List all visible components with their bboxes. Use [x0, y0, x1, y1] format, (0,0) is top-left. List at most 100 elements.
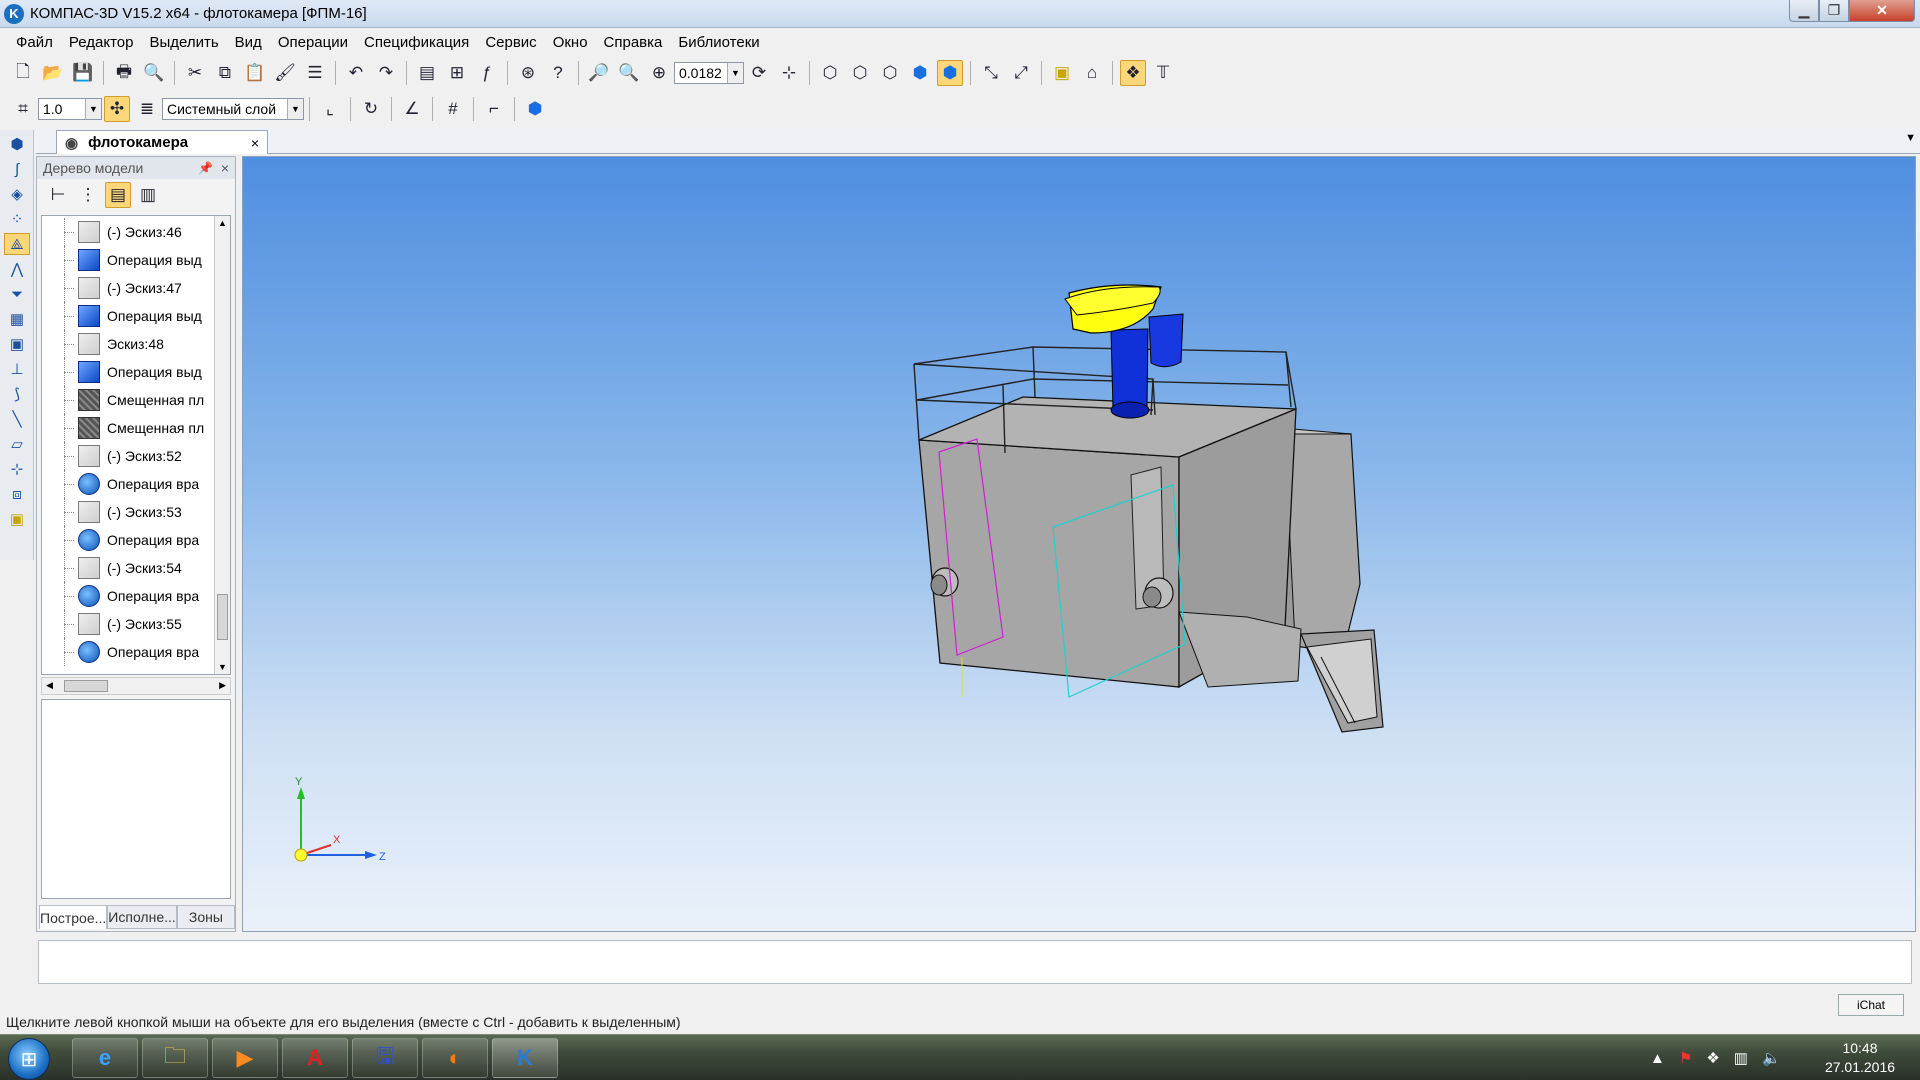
copy-button[interactable]: ⧉ [212, 60, 238, 86]
scroll-thumb[interactable] [217, 594, 228, 640]
menu-view[interactable]: Вид [227, 34, 270, 51]
taskbar-firefox[interactable]: ◐ [422, 1038, 488, 1078]
taskbar-save-app[interactable]: 🖫 [352, 1038, 418, 1078]
command-properties-bar[interactable] [38, 940, 1912, 984]
tree-item[interactable]: Операция вра [42, 526, 214, 554]
clock[interactable]: 10:48 27.01.2016 [1810, 1039, 1910, 1077]
perspective-button[interactable]: ▣ [1049, 60, 1075, 86]
context-help-button[interactable]: ? [545, 60, 571, 86]
tree-item[interactable]: Операция вра [42, 470, 214, 498]
paste-button[interactable]: 📋 [242, 60, 268, 86]
tree-item[interactable]: Операция выд [42, 302, 214, 330]
menu-service[interactable]: Сервис [477, 34, 544, 51]
zoom-scale-combo[interactable]: 0.0182 ▼ [674, 62, 744, 84]
tech-requirements-button[interactable]: 𝕋 [1150, 60, 1176, 86]
spatial-curves-button[interactable]: ∫ [4, 158, 30, 180]
lighting-button[interactable]: ⌂ [1079, 60, 1105, 86]
action-center-flag-icon[interactable]: ⚑ [1679, 1049, 1692, 1067]
save-button[interactable]: 💾 [70, 60, 96, 86]
cut-button[interactable]: ✂ [182, 60, 208, 86]
manager-button[interactable]: ▤ [414, 60, 440, 86]
taskbar-internet-explorer[interactable]: e [72, 1038, 138, 1078]
undo-button[interactable]: ↶ [343, 60, 369, 86]
aux-geometry-button[interactable]: ⟁ [4, 233, 30, 255]
tree-item[interactable]: Операция вра [42, 582, 214, 610]
zoom-in-button[interactable]: ⊕ [646, 60, 672, 86]
preview-button[interactable]: 🔍 [141, 60, 167, 86]
tree-item[interactable]: Эскиз:48 [42, 330, 214, 358]
orientation-button[interactable]: ⊹ [776, 60, 802, 86]
measure-tools-button[interactable]: ⧈ [4, 483, 30, 505]
tree-order-button[interactable]: ⋮ [75, 182, 101, 208]
volume-icon[interactable]: 🔈 [1762, 1049, 1781, 1067]
edit-details-button[interactable]: ⬢ [4, 133, 30, 155]
local-cs-button[interactable]: ⌞ [317, 96, 343, 122]
chevron-down-icon[interactable]: ▼ [85, 99, 101, 119]
tree-horizontal-scrollbar[interactable]: ◀ ▶ [41, 677, 231, 695]
menu-libraries[interactable]: Библиотеки [670, 34, 767, 51]
menu-select[interactable]: Выделить [141, 34, 226, 51]
tab-build[interactable]: Построе... [39, 905, 108, 929]
library-button[interactable]: ❖ [1120, 60, 1146, 86]
tree-button[interactable]: ⊞ [444, 60, 470, 86]
sheet-body-button[interactable]: ⋀ [4, 258, 30, 280]
ortho-button[interactable]: ∠ [399, 96, 425, 122]
snap-step-button[interactable]: ⌗ [10, 96, 36, 122]
model-scene[interactable]: Y X Z [243, 157, 1916, 932]
start-button[interactable]: ⊞ [8, 1038, 50, 1080]
selection-button[interactable]: ▣ [4, 508, 30, 530]
hidden-lines-button[interactable]: ⬡ [847, 60, 873, 86]
zoom-window-button[interactable]: 🔎 [586, 60, 612, 86]
tree-view-button[interactable]: ▤ [105, 182, 131, 208]
tree-item[interactable]: (-) Эскиз:54 [42, 554, 214, 582]
cursor-step-combo[interactable]: 1.0 ▼ [38, 98, 102, 120]
menu-file[interactable]: Файл [8, 34, 61, 51]
tree-relations-button[interactable]: ▥ [135, 182, 161, 208]
new-file-button[interactable]: 🗋 [10, 60, 36, 86]
open-button[interactable]: 📂 [40, 60, 66, 86]
tree-item[interactable]: Операция выд [42, 246, 214, 274]
dimensions-button[interactable]: ⊥ [4, 358, 30, 380]
round-button[interactable]: ⌐ [481, 96, 507, 122]
specification-button[interactable]: ▦ [4, 308, 30, 330]
section-button[interactable]: ⤡ [978, 60, 1004, 86]
tree-item[interactable]: Смещенная пл [42, 386, 214, 414]
pin-icon[interactable]: 📌 [198, 161, 213, 175]
tree-item[interactable]: Операция выд [42, 358, 214, 386]
layer-combo[interactable]: Системный слой ▼ [162, 98, 304, 120]
scroll-down-icon[interactable]: ▼ [218, 662, 227, 672]
format-painter-button[interactable]: 🖌 [272, 60, 298, 86]
show-hidden-icons[interactable]: ▲ [1650, 1050, 1665, 1067]
tab-zones[interactable]: Зоны [176, 905, 235, 929]
3d-viewport[interactable]: Y X Z [242, 156, 1916, 932]
tree-item[interactable]: (-) Эскиз:55 [42, 610, 214, 638]
surfaces-button[interactable]: ◈ [4, 183, 30, 205]
kompas-logo-icon[interactable]: K [4, 3, 24, 24]
elements-button[interactable]: ⟆ [4, 383, 30, 405]
menu-editor[interactable]: Редактор [61, 34, 142, 51]
scroll-thumb[interactable] [64, 680, 108, 692]
thin-hidden-button[interactable]: ⬡ [877, 60, 903, 86]
taskbar-autocad[interactable]: A [282, 1038, 348, 1078]
reports-button[interactable]: ▣ [4, 333, 30, 355]
layer-button[interactable]: ≣ [134, 96, 160, 122]
diagnostics-button[interactable]: ⏷ [4, 283, 30, 305]
close-button[interactable]: ✕ [1849, 0, 1915, 22]
menu-help[interactable]: Справка [596, 34, 671, 51]
tree-item[interactable]: Смещенная пл [42, 414, 214, 442]
menu-operations[interactable]: Операции [270, 34, 356, 51]
maximize-button[interactable]: ❐ [1819, 0, 1849, 22]
menu-specification[interactable]: Спецификация [356, 34, 477, 51]
tree-structure-button[interactable]: ⊢ [45, 182, 71, 208]
minimize-button[interactable]: ▁ [1789, 0, 1819, 22]
tree-item[interactable]: (-) Эскиз:47 [42, 274, 214, 302]
taskbar-media-player[interactable]: ▶ [212, 1038, 278, 1078]
taskbar-kompas[interactable]: K [492, 1038, 558, 1078]
shaded-button[interactable]: ⬢ [907, 60, 933, 86]
rotate-button[interactable]: ⟳ [746, 60, 772, 86]
zoom-all-button[interactable]: 🔍 [616, 60, 642, 86]
line-button[interactable]: ╲ [4, 408, 30, 430]
filter-button[interactable]: ⤢ [1008, 60, 1034, 86]
print-button[interactable]: 🖶 [111, 60, 137, 86]
dropbox-icon[interactable]: ❖ [1706, 1049, 1719, 1067]
